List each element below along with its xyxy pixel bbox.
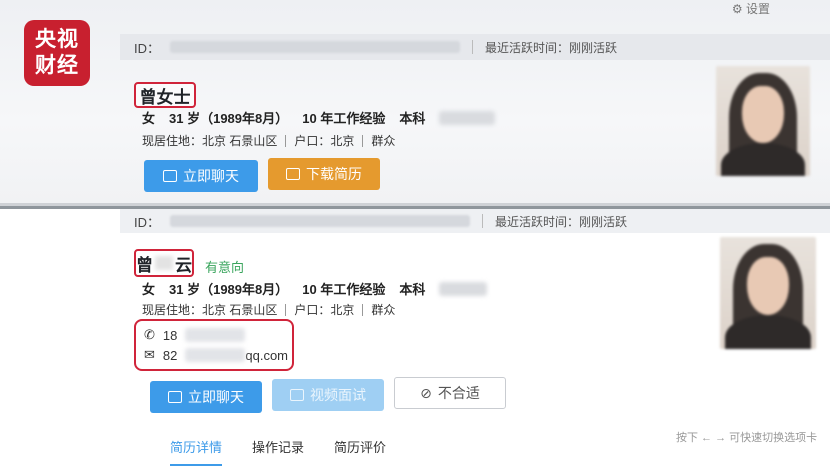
divider [362, 134, 364, 147]
video-interview-button[interactable]: 视频面试 [272, 379, 384, 411]
id-bar: ID： 最近活跃时间：刚刚活跃 [120, 34, 830, 60]
age: 31 岁（1989年8月） [169, 111, 289, 126]
phone-prefix: 18 [162, 327, 178, 343]
experience: 10 年工作经验 [302, 111, 386, 126]
logo-line2: 财经 [35, 54, 79, 77]
id-label: ID： [134, 40, 161, 56]
phone-blurred [185, 328, 246, 342]
divider [482, 214, 484, 228]
bottom-screen: ID： 最近活跃时间：刚刚活跃 曾 云 有意向 女 31 岁（1989年8月） … [0, 206, 830, 467]
intent-badge: 有意向 [205, 260, 245, 275]
education: 本科 [399, 111, 426, 126]
politics: 群众 [371, 134, 396, 148]
blurred-info [439, 110, 496, 125]
chat-button[interactable]: 立即聊天 [144, 160, 258, 192]
tab-resume-review[interactable]: 简历评价 [334, 437, 386, 466]
candidate-photo [716, 66, 810, 176]
download-button-label: 下载简历 [306, 166, 362, 182]
email-row[interactable]: ✉ 82 qq.com [144, 347, 288, 363]
tab-resume-detail[interactable]: 简历详情 [170, 437, 223, 466]
chat-button[interactable]: 立即聊天 [150, 381, 262, 413]
stage: ⚙ 设置 ID： 最近活跃时间：刚刚活跃 曾女士 女 31 岁（1989年8月）… [0, 0, 830, 467]
settings-label: 设置 [745, 2, 770, 16]
name-middle-blurred [155, 256, 173, 270]
phone-icon: ✆ [144, 327, 155, 342]
last-active: 最近活跃时间：刚刚活跃 [485, 40, 618, 55]
reject-button[interactable]: ⊘ 不合适 [394, 377, 506, 409]
residence: 现居住地：北京 石景山区 [142, 303, 278, 317]
address-line: 现居住地：北京 石景山区 户口：北京 群众 [142, 301, 395, 318]
tab-operation-log[interactable]: 操作记录 [252, 437, 304, 466]
logo-line1: 央视 [35, 28, 79, 51]
chat-icon [168, 391, 182, 403]
divider [285, 303, 287, 316]
id-value-blurred [170, 215, 471, 227]
email-blurred [185, 348, 246, 362]
name-first: 曾 [136, 255, 153, 275]
divider [472, 40, 474, 54]
candidate-photo [720, 237, 816, 349]
education: 本科 [399, 282, 426, 297]
cctv-finance-logo: 央视 财经 [24, 20, 90, 86]
reject-button-label: 不合适 [437, 385, 480, 401]
age: 31 岁（1989年8月） [169, 282, 289, 297]
top-screen: ⚙ 设置 ID： 最近活跃时间：刚刚活跃 曾女士 女 31 岁（1989年8月）… [0, 0, 830, 203]
hukou: 户口：北京 [294, 134, 355, 148]
phone-row[interactable]: ✆ 18 [144, 327, 246, 343]
resume-tabs: 简历详情 操作记录 简历评价 [170, 437, 386, 466]
divider [285, 134, 287, 147]
name-last: 云 [175, 255, 192, 275]
info-line: 女 31 岁（1989年8月） 10 年工作经验 本科 [142, 279, 488, 298]
blurred-info [439, 281, 488, 296]
last-active: 最近活跃时间：刚刚活跃 [495, 214, 628, 229]
chat-button-label: 立即聊天 [183, 168, 239, 184]
chat-button-label: 立即聊天 [188, 389, 244, 405]
id-bar: ID： 最近活跃时间：刚刚活跃 [120, 209, 830, 233]
id-value-blurred [170, 41, 461, 53]
candidate-name[interactable]: 曾女士 [134, 82, 196, 108]
experience: 10 年工作经验 [302, 282, 386, 297]
gender: 女 [142, 111, 156, 126]
id-label: ID： [134, 214, 161, 230]
settings-icon[interactable]: ⚙ 设置 [732, 0, 770, 17]
candidate-name[interactable]: 曾 云 [134, 249, 194, 277]
residence: 现居住地：北京 石景山区 [142, 134, 278, 148]
download-resume-button[interactable]: 下载简历 [268, 158, 380, 190]
hukou: 户口：北京 [294, 303, 355, 317]
download-icon [286, 168, 300, 180]
video-icon [290, 389, 304, 401]
chat-icon [163, 170, 177, 182]
video-button-label: 视频面试 [310, 387, 366, 403]
gender: 女 [142, 282, 156, 297]
info-line: 女 31 岁（1989年8月） 10 年工作经验 本科 [142, 108, 496, 127]
keyboard-hint: 按下 ← → 可快速切换选项卡 [676, 432, 818, 444]
email-suffix: qq.com [245, 347, 289, 363]
address-line: 现居住地：北京 石景山区 户口：北京 群众 [142, 132, 395, 149]
ban-icon: ⊘ [420, 384, 432, 401]
politics: 群众 [371, 303, 396, 317]
email-icon: ✉ [144, 347, 155, 362]
email-prefix: 82 [162, 347, 178, 363]
divider [362, 303, 364, 316]
